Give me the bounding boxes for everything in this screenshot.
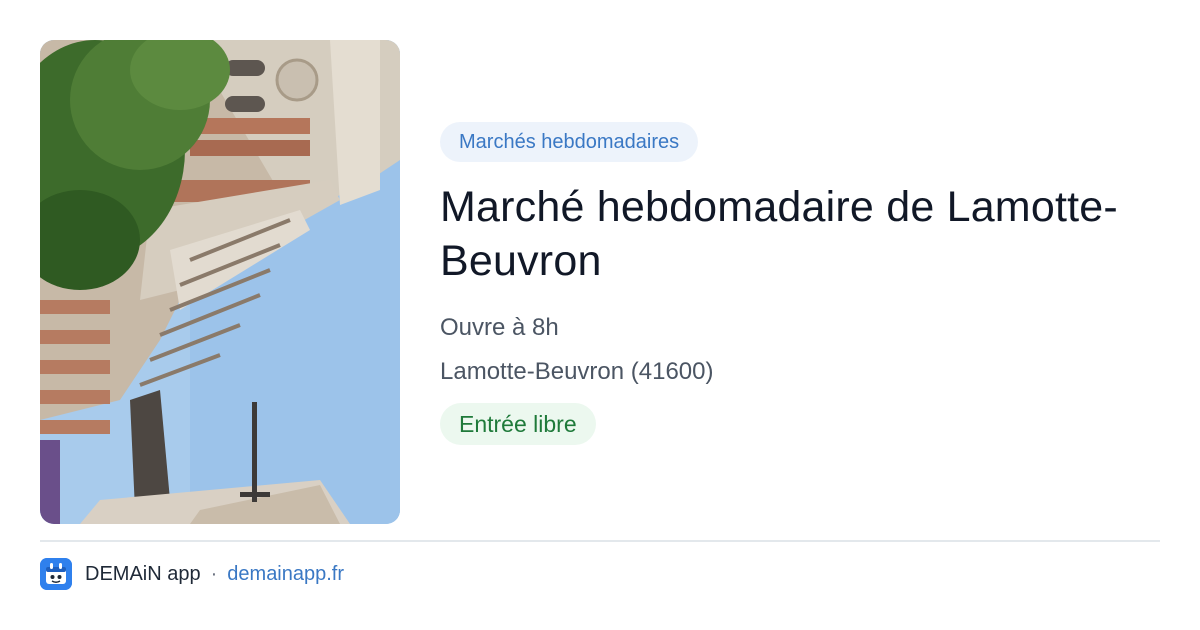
event-details: Marchés hebdomadaires Marché hebdomadair… (440, 122, 1170, 445)
category-badge[interactable]: Marchés hebdomadaires (440, 122, 699, 162)
event-photo (40, 40, 400, 524)
opening-hours: Ouvre à 8h (440, 314, 559, 341)
footer-separator: · (210, 562, 218, 585)
app-name: DEMAiN app (85, 562, 201, 585)
footer-divider (40, 540, 1160, 542)
site-link[interactable]: demainapp.fr (227, 563, 344, 586)
calendar-mascot-icon (40, 558, 72, 590)
event-title: Marché hebdomadaire de Lamotte-Beuvron (440, 183, 1118, 285)
footer: DEMAiN app · demainapp.fr (40, 558, 344, 590)
event-card: Marchés hebdomadaires Marché hebdomadair… (0, 0, 1200, 630)
access-badge: Entrée libre (440, 403, 596, 445)
event-location: Lamotte-Beuvron (41600) (440, 358, 714, 385)
